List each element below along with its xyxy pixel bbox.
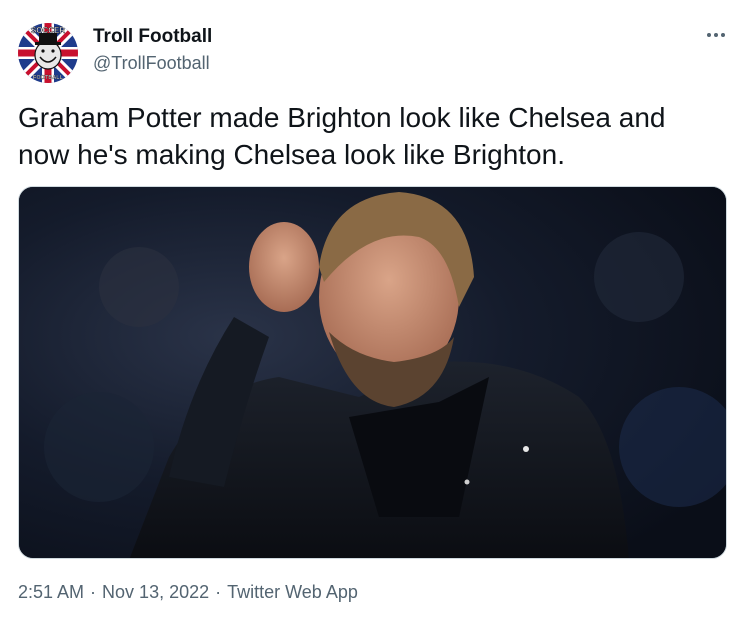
photo-image [19,187,726,558]
tweet-date[interactable]: Nov 13, 2022 [102,582,209,602]
tweet-source-link[interactable]: Twitter Web App [227,582,358,602]
troll-football-logo-icon: SOCCER FOOTBALL [18,23,78,83]
author-block: Troll Football @TrollFootball [93,26,212,74]
author-handle[interactable]: @TrollFootball [93,52,212,74]
more-options-button[interactable] [700,22,732,48]
tweet-meta: 2:51 AM · Nov 13, 2022 · Twitter Web App [18,580,358,604]
avatar[interactable]: SOCCER FOOTBALL [18,23,78,83]
avatar-text-bottom: FOOTBALL [33,75,64,81]
more-dot [714,33,718,37]
meta-separator: · [90,582,97,602]
more-horizontal-icon [707,33,711,37]
tweet-time[interactable]: 2:51 AM [18,582,84,602]
avatar-text-top: SOCCER [31,26,65,35]
more-dot [721,33,725,37]
tweet-card: SOCCER FOOTBALL Troll Football @TrollFoo… [0,0,750,622]
tweet-media-photo[interactable] [18,186,727,559]
meta-separator: · [215,582,222,602]
author-display-name[interactable]: Troll Football [93,26,212,48]
tweet-text: Graham Potter made Brighton look like Ch… [18,102,666,170]
